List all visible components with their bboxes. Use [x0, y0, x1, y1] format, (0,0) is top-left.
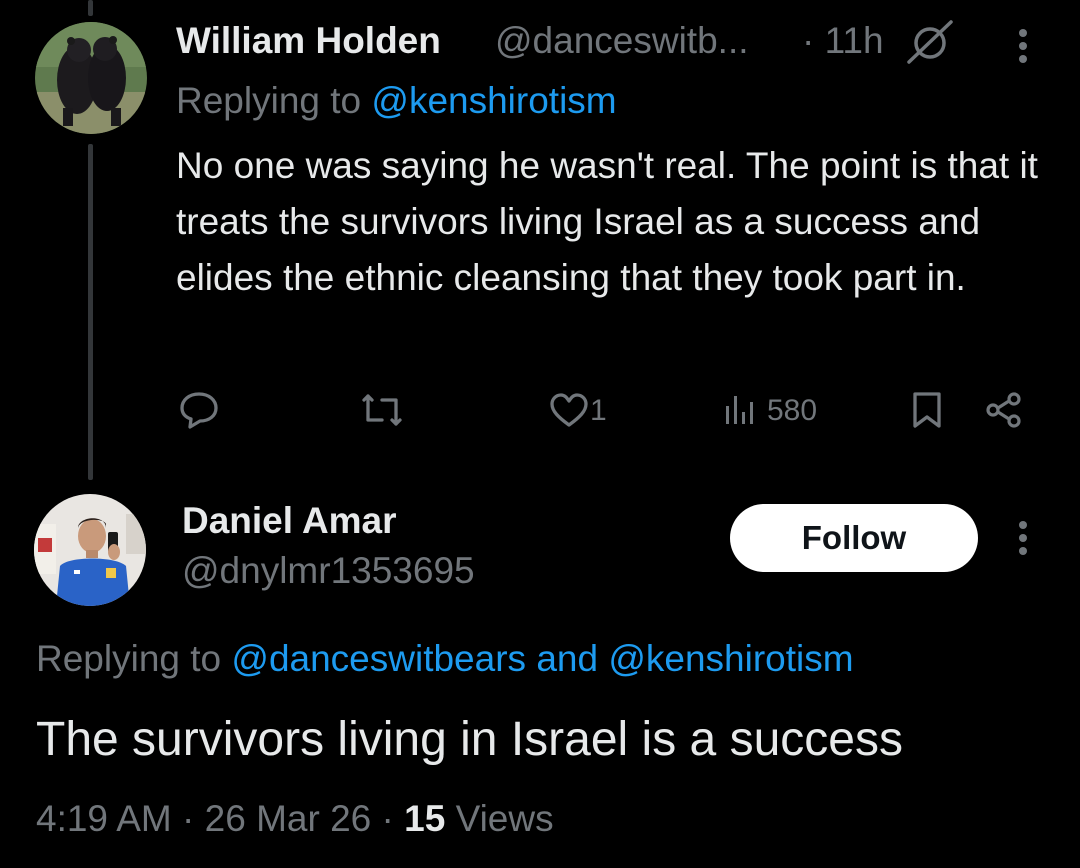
author-name[interactable]: Daniel Amar	[182, 500, 397, 542]
timestamp[interactable]: · 11h	[802, 20, 884, 62]
views-count: 15	[404, 798, 446, 839]
thread-line-top	[88, 0, 93, 16]
thread-line	[88, 144, 93, 480]
tweet-meta: 4:19 AM · 26 Mar 26 · 15 Views	[36, 798, 554, 840]
like-icon[interactable]	[548, 392, 590, 433]
like-count: 1	[590, 394, 607, 427]
mention-link[interactable]: @danceswitbears	[231, 638, 526, 679]
date[interactable]: 26 Mar 26	[205, 798, 372, 839]
replying-to: Replying to @kenshirotism	[176, 80, 617, 122]
author-handle[interactable]: @danceswitb...	[495, 20, 749, 62]
views-count: 580	[767, 394, 818, 427]
avatar[interactable]	[34, 494, 146, 606]
separator: ·	[182, 798, 195, 839]
separator: ·	[381, 798, 394, 839]
replying-prefix: Replying to	[36, 638, 232, 679]
tweet-text: The survivors living in Israel is a succ…	[36, 713, 903, 766]
grok-icon[interactable]	[903, 18, 957, 71]
bookmark-icon[interactable]	[910, 390, 944, 435]
timestamp[interactable]: 4:19 AM	[36, 798, 172, 839]
author-handle[interactable]: @dnylmr1353695	[182, 550, 475, 592]
retweet-icon[interactable]	[358, 392, 406, 433]
reply-icon[interactable]	[178, 390, 220, 435]
views-icon[interactable]	[722, 392, 758, 433]
tweet-text: No one was saying he wasn't real. The po…	[176, 145, 1038, 298]
avatar[interactable]	[35, 22, 147, 134]
more-icon[interactable]	[1017, 520, 1029, 561]
mention-link[interactable]: @kenshirotism	[608, 638, 853, 679]
views-label: Views	[455, 798, 554, 839]
mention-link[interactable]: @kenshirotism	[371, 80, 616, 121]
more-icon[interactable]	[1017, 28, 1029, 69]
share-icon[interactable]	[984, 390, 1024, 435]
replying-prefix: Replying to	[176, 80, 372, 121]
replying-to: Replying to @danceswitbears and @kenshir…	[36, 638, 854, 680]
author-name[interactable]: William Holden	[176, 20, 441, 62]
replying-and: and	[526, 638, 609, 679]
follow-button[interactable]: Follow	[730, 504, 978, 572]
